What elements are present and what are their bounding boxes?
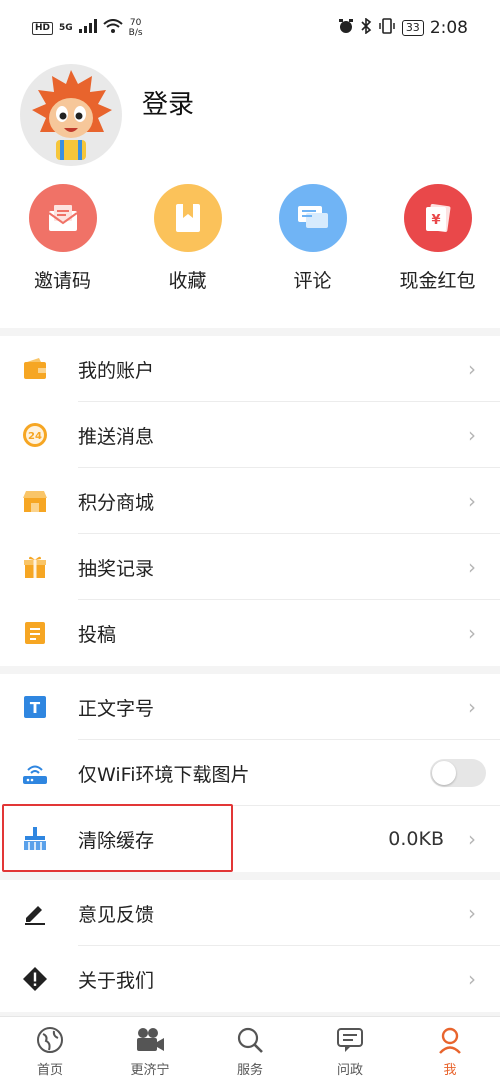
nav-me[interactable]: 我 bbox=[400, 1017, 500, 1084]
wifi-router-icon bbox=[22, 760, 48, 786]
quick-action-label: 收藏 bbox=[168, 270, 207, 292]
chat-icon bbox=[336, 1025, 364, 1055]
menu-item-push[interactable]: 24 推送消息 › bbox=[0, 402, 500, 468]
chevron-right-icon: › bbox=[468, 827, 476, 851]
search-icon bbox=[236, 1025, 264, 1055]
status-bar: HD 5G 70 B/s 33 2:08 bbox=[0, 0, 500, 56]
nav-label: 我 bbox=[443, 1063, 457, 1078]
bluetooth-icon bbox=[360, 17, 372, 38]
nav-home[interactable]: 首页 bbox=[0, 1017, 100, 1084]
document-icon bbox=[22, 620, 48, 646]
alarm-icon bbox=[338, 18, 354, 38]
clock: 2:08 bbox=[429, 18, 468, 38]
network-speed-unit: B/s bbox=[128, 28, 143, 38]
chevron-right-icon: › bbox=[468, 423, 476, 447]
wifi-only-toggle[interactable] bbox=[430, 759, 486, 787]
menu-item-label: 意见反馈 bbox=[78, 903, 155, 926]
battery-indicator: 33 bbox=[401, 20, 424, 36]
menu-item-my-account[interactable]: 我的账户 › bbox=[0, 336, 500, 402]
chevron-right-icon: › bbox=[468, 621, 476, 645]
menu-item-label: 积分商城 bbox=[78, 491, 155, 514]
nav-service[interactable]: 服务 bbox=[200, 1017, 300, 1084]
quick-actions: 邀请码 收藏 评论 ¥ 现金红包 bbox=[0, 184, 500, 293]
quick-action-red-envelope[interactable]: ¥ 现金红包 bbox=[375, 184, 500, 293]
clear-cache-highlight bbox=[2, 804, 233, 872]
vibrate-icon bbox=[378, 18, 396, 38]
signal-label: 5G bbox=[59, 23, 73, 33]
push-24-icon: 24 bbox=[22, 422, 48, 448]
red-envelope-icon: ¥ bbox=[403, 184, 472, 252]
network-speed-value: 70 bbox=[129, 18, 142, 28]
menu-item-label: 正文字号 bbox=[78, 697, 155, 720]
menu-item-font-size[interactable]: T 正文字号 › bbox=[0, 674, 500, 740]
invite-icon bbox=[28, 184, 97, 252]
info-diamond-icon bbox=[22, 966, 48, 992]
hd-badge: HD bbox=[32, 21, 54, 35]
gift-icon bbox=[22, 554, 48, 580]
wallet-icon bbox=[22, 356, 48, 382]
font-size-icon: T bbox=[22, 694, 48, 720]
quick-action-invite[interactable]: 邀请码 bbox=[0, 184, 125, 293]
nav-inquiry[interactable]: 问政 bbox=[300, 1017, 400, 1084]
shop-icon bbox=[22, 488, 48, 514]
quick-action-label: 现金红包 bbox=[399, 270, 476, 292]
chevron-right-icon: › bbox=[468, 695, 476, 719]
nav-label: 服务 bbox=[236, 1063, 263, 1078]
menu-item-label: 关于我们 bbox=[78, 969, 155, 992]
nav-label: 首页 bbox=[36, 1063, 63, 1078]
chevron-right-icon: › bbox=[468, 967, 476, 991]
menu-item-about-us[interactable]: 关于我们 › bbox=[0, 946, 500, 1012]
profile-screen: HD 5G 70 B/s 33 2:08 登录 邀请码 收藏 评论 ¥ 现金红包… bbox=[0, 0, 500, 1084]
menu-group-about: 意见反馈 › 关于我们 › bbox=[0, 880, 500, 1012]
nav-more-jining[interactable]: 更济宁 bbox=[100, 1017, 200, 1084]
chevron-right-icon: › bbox=[468, 555, 476, 579]
chevron-right-icon: › bbox=[468, 357, 476, 381]
cache-size-value: 0.0KB bbox=[388, 828, 444, 850]
login-link[interactable]: 登录 bbox=[142, 84, 194, 121]
network-speed: 70 B/s bbox=[129, 18, 143, 38]
quick-action-favorite[interactable]: 收藏 bbox=[125, 184, 250, 293]
nav-label: 更济宁 bbox=[130, 1063, 170, 1078]
push-badge: 24 bbox=[28, 431, 42, 442]
pencil-icon bbox=[22, 900, 48, 926]
quick-action-comment[interactable]: 评论 bbox=[250, 184, 375, 293]
nav-label: 问政 bbox=[336, 1063, 363, 1078]
toggle-knob bbox=[432, 761, 456, 785]
menu-item-lottery[interactable]: 抽奖记录 › bbox=[0, 534, 500, 600]
comment-icon bbox=[278, 184, 347, 252]
chevron-right-icon: › bbox=[468, 489, 476, 513]
favorite-icon bbox=[153, 184, 222, 252]
menu-item-points-mall[interactable]: 积分商城 › bbox=[0, 468, 500, 534]
menu-item-feedback[interactable]: 意见反馈 › bbox=[0, 880, 500, 946]
profile-icon bbox=[436, 1025, 464, 1055]
profile-header: 登录 邀请码 收藏 评论 ¥ 现金红包 bbox=[0, 56, 500, 328]
menu-item-label: 我的账户 bbox=[78, 359, 155, 382]
menu-item-label: 抽奖记录 bbox=[78, 557, 155, 580]
menu-item-wifi-only-images: 仅WiFi环境下载图片 bbox=[0, 740, 500, 806]
menu-item-label: 推送消息 bbox=[78, 425, 155, 448]
chevron-right-icon: › bbox=[468, 901, 476, 925]
font-size-glyph: T bbox=[30, 699, 41, 717]
signal-icon bbox=[78, 19, 97, 37]
svg-text:¥: ¥ bbox=[431, 213, 440, 228]
menu-item-label: 投稿 bbox=[78, 623, 117, 646]
menu-group-account: 我的账户 › 24 推送消息 › 积分商城 › 抽奖记录 › 投稿 › bbox=[0, 336, 500, 666]
wifi-icon bbox=[103, 19, 123, 37]
camera-icon bbox=[135, 1025, 165, 1055]
globe-icon bbox=[36, 1025, 64, 1055]
quick-action-label: 评论 bbox=[293, 270, 332, 292]
avatar[interactable] bbox=[20, 64, 122, 166]
bottom-nav: 首页 更济宁 服务 问政 我 bbox=[0, 1016, 500, 1084]
menu-item-label: 仅WiFi环境下载图片 bbox=[78, 763, 250, 786]
quick-action-label: 邀请码 bbox=[33, 270, 91, 292]
menu-item-submit[interactable]: 投稿 › bbox=[0, 600, 500, 666]
